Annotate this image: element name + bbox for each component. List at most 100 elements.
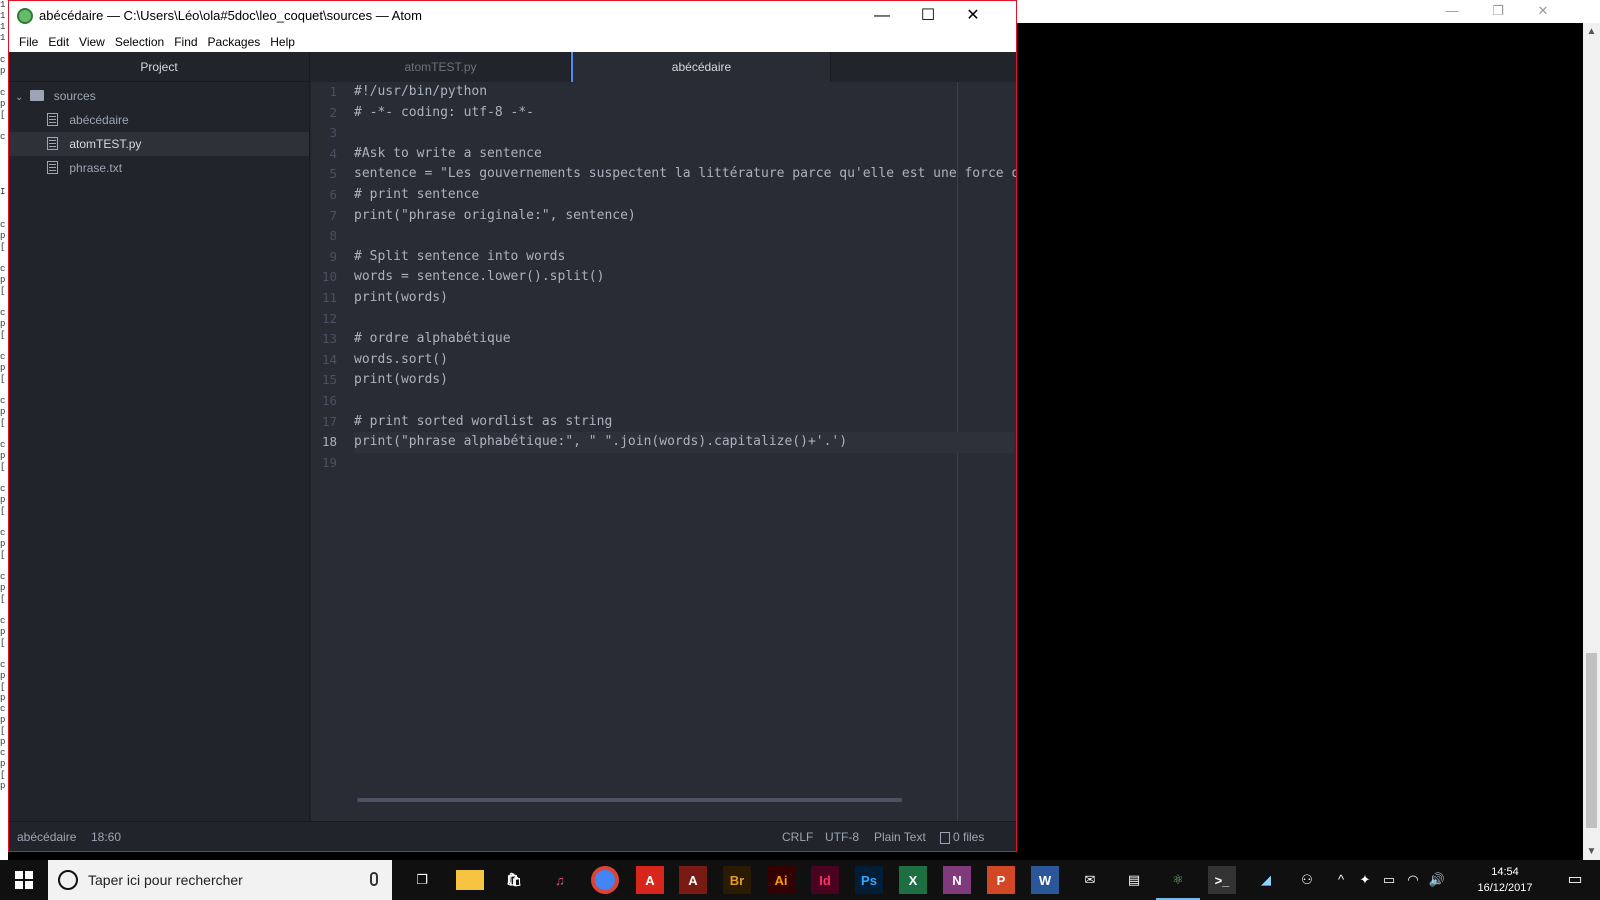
chevron-down-icon[interactable]: ⌄ <box>15 86 27 110</box>
code-line[interactable] <box>354 309 1016 330</box>
code-line[interactable]: # ordre alphabétique <box>354 329 1016 350</box>
scroll-down-arrow-icon[interactable]: ▼ <box>1583 843 1600 860</box>
code-line[interactable]: sentence = "Les gouvernements suspectent… <box>354 164 1016 185</box>
line-number[interactable]: 18 <box>311 432 351 453</box>
line-number[interactable]: 2 <box>311 103 351 124</box>
onenote-icon[interactable]: N <box>943 866 971 894</box>
code-line[interactable]: print("phrase originale:", sentence) <box>354 206 1016 227</box>
background-close-button[interactable]: ✕ <box>1533 2 1553 20</box>
task-view-icon[interactable]: ❐ <box>408 866 436 894</box>
taskbar-clock[interactable]: 14:54 16/12/2017 <box>1470 864 1540 896</box>
code-editor[interactable]: 1 2 3 4 5 6 7 8 9 10 11 12 13 14 15 16 17 18 19 #!/usr/bin… <box>311 82 1016 821</box>
code-lines[interactable]: #!/usr/bin/python # -*- coding: utf-8 -*-… <box>354 82 1016 473</box>
menu-find[interactable]: Find <box>169 35 202 49</box>
word-icon[interactable]: W <box>1031 866 1059 894</box>
code-line[interactable] <box>354 226 1016 247</box>
photoshop-icon[interactable]: Ps <box>855 866 883 894</box>
maximize-button[interactable]: ☐ <box>905 1 951 31</box>
line-number[interactable]: 4 <box>311 144 351 165</box>
atom-icon[interactable]: ⚛ <box>1156 866 1200 900</box>
line-number[interactable]: 12 <box>311 309 351 330</box>
code-line[interactable] <box>354 123 1016 144</box>
line-number[interactable]: 15 <box>311 370 351 391</box>
powerpoint-icon[interactable]: P <box>987 866 1015 894</box>
line-number-gutter[interactable]: 1 2 3 4 5 6 7 8 9 10 11 12 13 14 15 16 17 18 19 <box>311 82 351 821</box>
microphone-icon[interactable] <box>370 872 378 886</box>
code-line[interactable]: # print sentence <box>354 185 1016 206</box>
volume-icon[interactable]: 🔊 <box>1426 860 1448 900</box>
line-number[interactable]: 5 <box>311 164 351 185</box>
wifi-icon[interactable]: ◠ <box>1402 860 1424 900</box>
code-line[interactable]: print(words) <box>354 370 1016 391</box>
notes-icon[interactable]: ◢ <box>1252 866 1280 894</box>
line-number[interactable]: 16 <box>311 391 351 412</box>
background-minimize-button[interactable]: — <box>1442 2 1462 20</box>
battery-icon[interactable]: ▭ <box>1378 860 1400 900</box>
illustrator-icon[interactable]: Ai <box>767 866 795 894</box>
line-number[interactable]: 3 <box>311 123 351 144</box>
background-window-titlebar[interactable]: — ❐ ✕ <box>1015 0 1600 23</box>
acrobat-reader-icon[interactable]: A <box>679 866 707 894</box>
tree-file-phrase[interactable]: phrase.txt <box>9 156 309 180</box>
indesign-icon[interactable]: Id <box>811 866 839 894</box>
horizontal-scrollbar[interactable] <box>357 798 902 802</box>
status-line-ending[interactable]: CRLF <box>782 822 813 852</box>
menu-packages[interactable]: Packages <box>203 35 266 49</box>
dropbox-icon[interactable]: ✦ <box>1354 860 1376 900</box>
line-number[interactable]: 7 <box>311 206 351 227</box>
line-number[interactable]: 6 <box>311 185 351 206</box>
code-line[interactable] <box>354 391 1016 412</box>
store-icon[interactable]: 🛍 <box>500 866 528 894</box>
chrome-icon[interactable] <box>591 866 619 894</box>
itunes-icon[interactable]: ♫ <box>546 866 574 894</box>
status-grammar[interactable]: Plain Text <box>874 822 926 852</box>
status-git-files[interactable]: 0 files <box>940 822 984 852</box>
news-icon[interactable]: ▤ <box>1120 866 1148 894</box>
code-line[interactable]: # Split sentence into words <box>354 247 1016 268</box>
terminal-icon[interactable]: >_ <box>1208 866 1236 894</box>
minimize-button[interactable]: — <box>859 1 905 31</box>
close-button[interactable]: ✕ <box>950 1 996 31</box>
code-line[interactable]: #!/usr/bin/python <box>354 82 1016 103</box>
line-number[interactable]: 10 <box>311 267 351 288</box>
line-number[interactable]: 1 <box>311 82 351 103</box>
background-vertical-scrollbar[interactable]: ▲ ▼ <box>1583 23 1600 860</box>
line-number[interactable]: 14 <box>311 350 351 371</box>
menu-selection[interactable]: Selection <box>110 35 169 49</box>
scroll-up-arrow-icon[interactable]: ▲ <box>1583 23 1600 40</box>
status-file-name[interactable]: abécédaire <box>17 822 76 852</box>
acrobat-icon[interactable]: A <box>636 866 664 894</box>
code-line[interactable]: words = sentence.lower().split() <box>354 267 1016 288</box>
window-titlebar[interactable]: abécédaire — C:\Users\Léo\ola#5doc\leo_c… <box>9 1 1016 31</box>
menu-help[interactable]: Help <box>265 35 300 49</box>
scrollbar-thumb[interactable] <box>1586 653 1597 828</box>
tree-folder-sources[interactable]: ⌄ sources <box>9 84 309 108</box>
tab-atomtest[interactable]: atomTEST.py <box>311 52 571 82</box>
menu-file[interactable]: File <box>14 35 43 49</box>
code-line[interactable] <box>354 453 1016 474</box>
tab-abecedaire[interactable]: abécédaire <box>571 52 831 82</box>
background-terminal-window[interactable]: — ❐ ✕ ▲ ▼ <box>1015 0 1600 860</box>
tree-file-atomtest[interactable]: atomTEST.py <box>9 132 309 156</box>
line-number[interactable]: 19 <box>311 453 351 474</box>
notifications-icon[interactable]: ▭ <box>1555 860 1595 900</box>
code-line[interactable]: print("phrase alphabétique:", " ".join(w… <box>354 432 1014 453</box>
people-icon[interactable]: ⚇ <box>1296 860 1318 900</box>
code-line[interactable]: words.sort() <box>354 350 1016 371</box>
excel-icon[interactable]: X <box>899 866 927 894</box>
status-encoding[interactable]: UTF-8 <box>825 822 859 852</box>
start-button[interactable] <box>0 860 48 900</box>
taskbar-search-box[interactable]: Taper ici pour rechercher <box>48 860 392 900</box>
menu-view[interactable]: View <box>74 35 110 49</box>
code-line[interactable]: # -*- coding: utf-8 -*- <box>354 103 1016 124</box>
background-maximize-button[interactable]: ❐ <box>1488 2 1508 20</box>
tree-file-abecedaire[interactable]: abécédaire <box>9 108 309 132</box>
mail-icon[interactable]: ✉ <box>1076 866 1104 894</box>
line-number[interactable]: 17 <box>311 412 351 433</box>
line-number[interactable]: 11 <box>311 288 351 309</box>
file-explorer-icon[interactable] <box>456 870 484 890</box>
show-hidden-icons-chevron-icon[interactable]: ^ <box>1330 860 1352 900</box>
status-cursor-position[interactable]: 18:60 <box>91 822 121 852</box>
line-number[interactable]: 9 <box>311 247 351 268</box>
line-number[interactable]: 13 <box>311 329 351 350</box>
